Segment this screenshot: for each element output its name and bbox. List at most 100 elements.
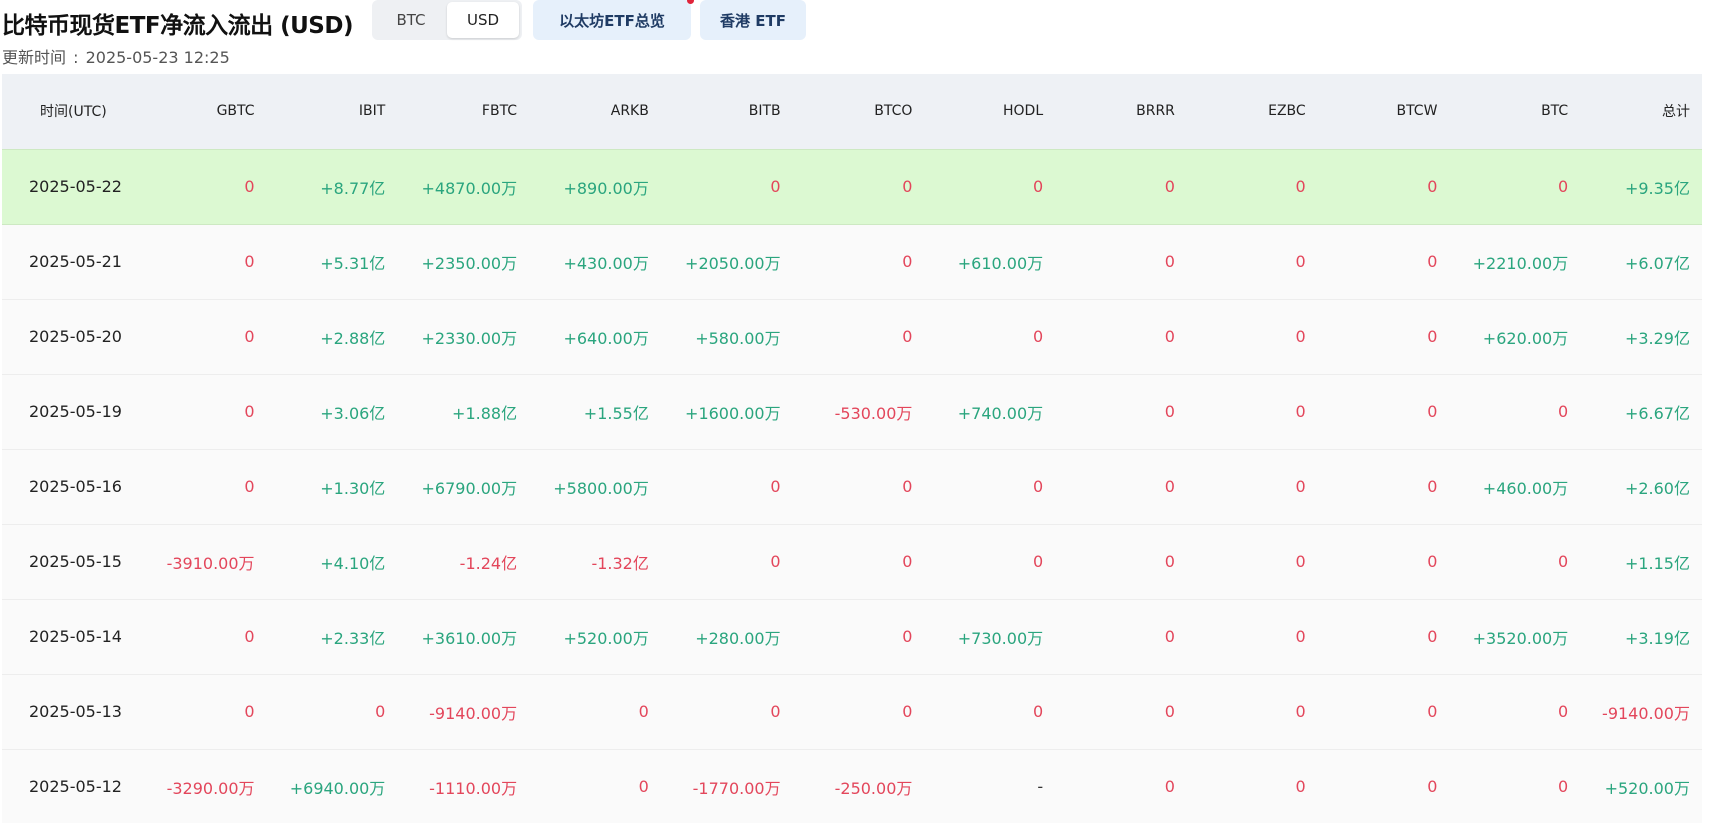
flow-cell: -530.00万	[792, 373, 925, 449]
toggle-usd-button[interactable]: USD	[447, 2, 519, 38]
column-header-ibit[interactable]: IBIT	[266, 74, 398, 149]
flow-cell: +740.00万	[924, 373, 1056, 449]
flow-cell: 0	[1055, 223, 1187, 299]
column-header-bitb[interactable]: BITB	[660, 74, 793, 149]
flow-cell: +6790.00万	[397, 448, 530, 524]
flow-cell: +2210.00万	[1449, 223, 1581, 299]
flow-cell: 0	[1449, 748, 1581, 823]
flow-cell: 0	[1186, 598, 1318, 674]
row-date: 2025-05-12	[2, 748, 147, 823]
table-row: 2025-05-13 0 0 -9140.00万 0 0 0 0 0 0 0 0 -9140.00万	[2, 673, 1702, 749]
flow-cell: 0	[1055, 373, 1187, 449]
etf-flow-table-container: 时间(UTC) GBTC IBIT FBTC ARKB BITB BTCO HODL BRRR E…	[2, 74, 1702, 823]
flow-cell: 0	[1186, 448, 1318, 524]
row-date: 2025-05-21	[2, 223, 147, 299]
flow-cell: -9140.00万	[397, 673, 530, 749]
etf-flow-table: 时间(UTC) GBTC IBIT FBTC ARKB BITB BTCO HODL BRRR E…	[2, 74, 1702, 823]
flow-cell: +3520.00万	[1449, 598, 1581, 674]
row-date: 2025-05-16	[2, 448, 147, 524]
flow-cell: 0	[146, 148, 267, 225]
flow-cell: +4.10亿	[266, 523, 398, 599]
column-header-ezbc[interactable]: EZBC	[1186, 74, 1318, 149]
column-header-time[interactable]: 时间(UTC)	[2, 74, 147, 149]
flow-cell: -1110.00万	[397, 748, 530, 823]
flow-cell: 0	[660, 148, 793, 225]
flow-cell: +1.15亿	[1580, 523, 1702, 599]
flow-cell: +3610.00万	[397, 598, 530, 674]
column-header-brrr[interactable]: BRRR	[1055, 74, 1187, 149]
flow-cell: +2.33亿	[266, 598, 398, 674]
flow-cell: 0	[1449, 673, 1581, 749]
table-row: 2025-05-15 -3910.00万 +4.10亿 -1.24亿 -1.32亿 0 0 0…	[2, 523, 1702, 599]
flow-cell: +6940.00万	[266, 748, 398, 823]
flow-cell: +5800.00万	[529, 448, 661, 524]
flow-cell: 0	[1317, 223, 1450, 299]
eth-etf-overview-button[interactable]: 以太坊ETF总览	[533, 0, 691, 40]
flow-cell: -1.32亿	[529, 523, 661, 599]
flow-cell: +620.00万	[1449, 298, 1581, 374]
column-header-fbtc[interactable]: FBTC	[397, 74, 530, 149]
flow-cell: 0	[1317, 448, 1450, 524]
flow-cell: 0	[1055, 448, 1187, 524]
column-header-gbtc[interactable]: GBTC	[146, 74, 267, 149]
flow-cell: 0	[792, 523, 925, 599]
flow-cell: +3.06亿	[266, 373, 398, 449]
flow-cell: +640.00万	[529, 298, 661, 374]
flow-cell: 0	[792, 223, 925, 299]
table-header-row: 时间(UTC) GBTC IBIT FBTC ARKB BITB BTCO HODL BRRR E…	[2, 74, 1702, 149]
flow-cell: +520.00万	[529, 598, 661, 674]
flow-cell: +2330.00万	[397, 298, 530, 374]
flow-cell: +460.00万	[1449, 448, 1581, 524]
row-date: 2025-05-15	[2, 523, 147, 599]
column-header--[interactable]: 总计	[1580, 74, 1702, 149]
flow-cell: 0	[1449, 148, 1581, 225]
flow-cell: +1.88亿	[397, 373, 530, 449]
flow-cell: 0	[1317, 373, 1450, 449]
flow-cell: 0	[1055, 298, 1187, 374]
flow-cell: 0	[1186, 148, 1318, 225]
flow-cell: +730.00万	[924, 598, 1056, 674]
flow-cell: -250.00万	[792, 748, 925, 823]
row-date: 2025-05-20	[2, 298, 147, 374]
unit-toggle: BTC USD	[372, 0, 522, 40]
flow-cell: +2050.00万	[660, 223, 793, 299]
flow-cell: 0	[146, 298, 267, 374]
flow-cell: 0	[1055, 523, 1187, 599]
flow-cell: -1770.00万	[660, 748, 793, 823]
flow-cell: 0	[792, 298, 925, 374]
flow-cell: +520.00万	[1580, 748, 1702, 823]
flow-cell: 0	[1186, 223, 1318, 299]
column-header-btc[interactable]: BTC	[1449, 74, 1581, 149]
column-header-btco[interactable]: BTCO	[792, 74, 925, 149]
flow-cell: 0	[792, 148, 925, 225]
flow-cell: 0	[529, 673, 661, 749]
flow-cell: 0	[792, 673, 925, 749]
page-header: 比特币现货ETF净流入流出 (USD) 更新时间 : 2025-05-23 12…	[0, 0, 1714, 74]
flow-cell: 0	[1449, 523, 1581, 599]
flow-cell: 0	[146, 598, 267, 674]
flow-cell: -3290.00万	[146, 748, 267, 823]
flow-cell: 0	[1055, 748, 1187, 823]
flow-cell: +5.31亿	[266, 223, 398, 299]
flow-cell: 0	[792, 598, 925, 674]
toggle-btc-button[interactable]: BTC	[375, 2, 447, 38]
column-header-hodl[interactable]: HODL	[924, 74, 1056, 149]
page-title: 比特币现货ETF净流入流出 (USD)	[2, 13, 353, 39]
flow-cell: +1600.00万	[660, 373, 793, 449]
table-row: 2025-05-19 0 +3.06亿 +1.88亿 +1.55亿 +1600.00万 -5…	[2, 373, 1702, 449]
flow-cell: -	[924, 748, 1056, 823]
flow-cell: 0	[1449, 373, 1581, 449]
table-row: 2025-05-14 0 +2.33亿 +3610.00万 +520.00万 +280.0…	[2, 598, 1702, 674]
flow-cell: 0	[146, 223, 267, 299]
flow-cell: 0	[1186, 298, 1318, 374]
flow-cell: +280.00万	[660, 598, 793, 674]
hk-etf-button[interactable]: 香港 ETF	[700, 0, 806, 40]
column-header-btcw[interactable]: BTCW	[1317, 74, 1450, 149]
column-header-arkb[interactable]: ARKB	[529, 74, 661, 149]
flow-cell: 0	[660, 448, 793, 524]
flow-cell: +3.29亿	[1580, 298, 1702, 374]
flow-cell: 0	[1317, 598, 1450, 674]
flow-cell: 0	[1186, 673, 1318, 749]
flow-cell: 0	[1186, 373, 1318, 449]
flow-cell: -1.24亿	[397, 523, 530, 599]
